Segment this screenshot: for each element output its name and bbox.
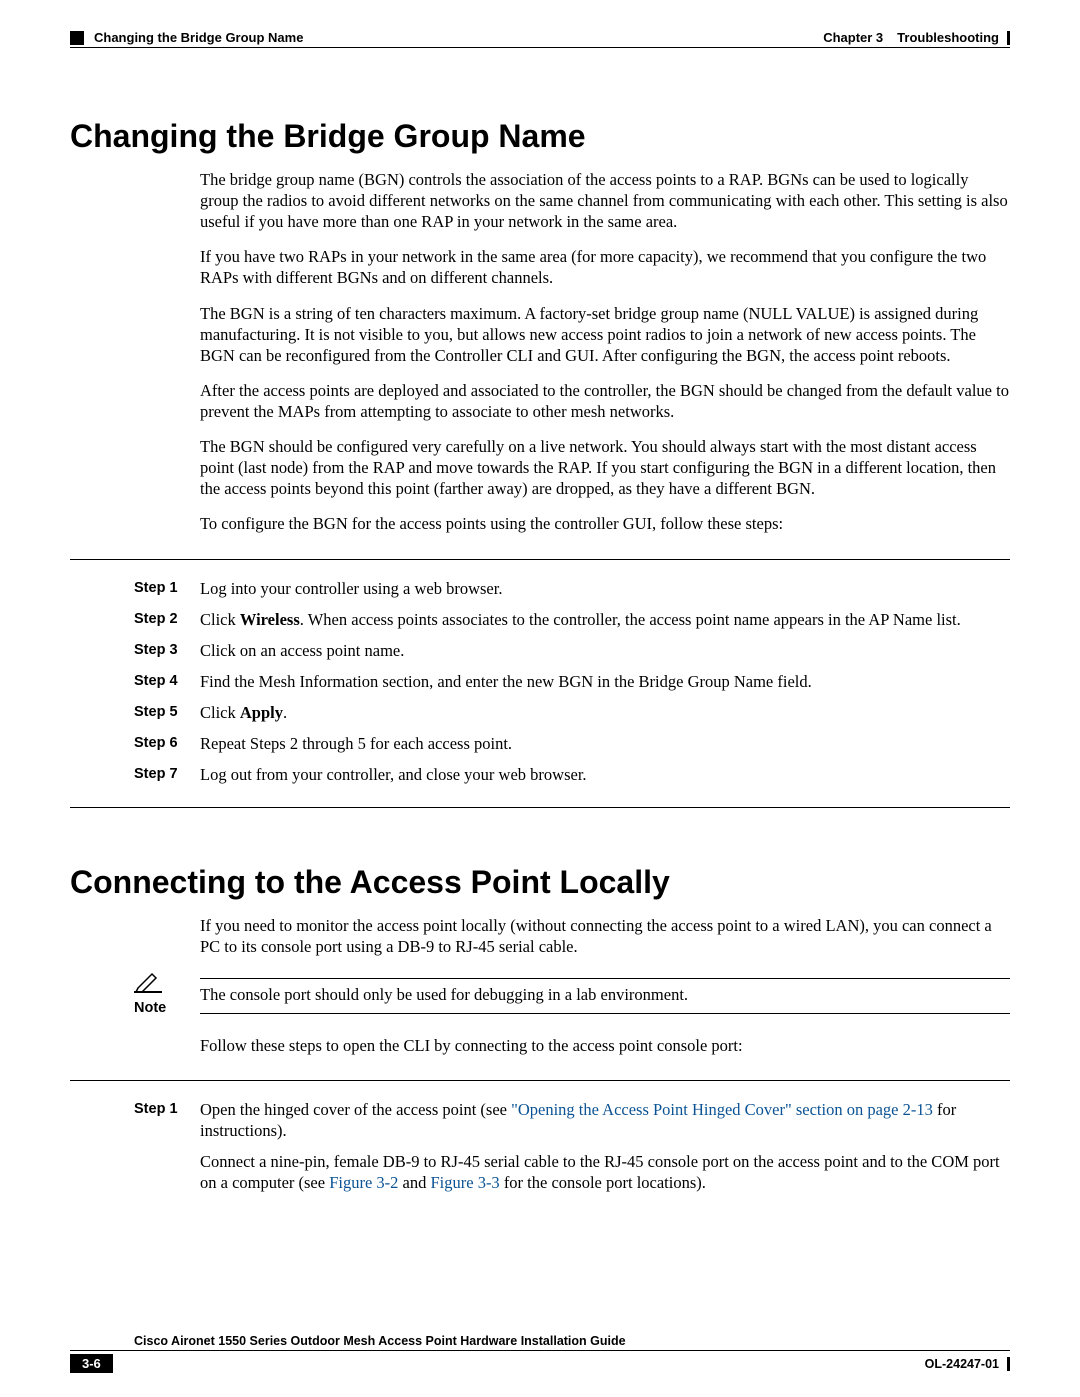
step-label: Step 1: [134, 578, 200, 599]
step-label: Step 3: [134, 640, 200, 661]
step-row: Step 6 Repeat Steps 2 through 5 for each…: [70, 733, 1010, 754]
paragraph: The BGN is a string of ten characters ma…: [70, 303, 1010, 366]
chapter-label: Chapter 3: [823, 30, 883, 45]
running-head-text: Changing the Bridge Group Name: [94, 30, 303, 45]
paragraph: The BGN should be configured very carefu…: [70, 436, 1010, 499]
guide-title: Cisco Aironet 1550 Series Outdoor Mesh A…: [70, 1334, 626, 1348]
note-content: The console port should only be used for…: [200, 972, 1010, 1014]
step-text: Click on an access point name.: [200, 640, 1010, 661]
step-text: Find the Mesh Information section, and e…: [200, 671, 1010, 692]
note-icon-column: Note: [134, 972, 200, 1017]
xref-link[interactable]: Figure 3-2: [329, 1173, 398, 1192]
step-text: Repeat Steps 2 through 5 for each access…: [200, 733, 1010, 754]
step-label: Step 2: [134, 609, 200, 630]
step-row: Connect a nine-pin, female DB-9 to RJ-45…: [70, 1151, 1010, 1193]
running-header: Changing the Bridge Group Name Chapter 3…: [70, 30, 1010, 48]
step-label: Step 4: [134, 671, 200, 692]
doc-id: OL-24247-01: [925, 1357, 1010, 1371]
steps-block: Step 1 Log into your controller using a …: [70, 559, 1010, 809]
paragraph: After the access points are deployed and…: [70, 380, 1010, 422]
paragraph: If you have two RAPs in your network in …: [70, 246, 1010, 288]
step-row: Step 1 Open the hinged cover of the acce…: [70, 1099, 1010, 1141]
step-label: Step 7: [134, 764, 200, 785]
note-label: Note: [134, 1000, 166, 1016]
header-divider-icon: [1007, 31, 1010, 45]
note-block: Note The console port should only be use…: [70, 972, 1010, 1017]
step-text: Connect a nine-pin, female DB-9 to RJ-45…: [200, 1151, 1010, 1193]
step-text: Log into your controller using a web bro…: [200, 578, 1010, 599]
step-row: Step 7 Log out from your controller, and…: [70, 764, 1010, 785]
footer-title-row: Cisco Aironet 1550 Series Outdoor Mesh A…: [70, 1334, 1010, 1351]
step-row: Step 3 Click on an access point name.: [70, 640, 1010, 661]
page-footer: Cisco Aironet 1550 Series Outdoor Mesh A…: [70, 1334, 1010, 1373]
step-row: Step 4 Find the Mesh Information section…: [70, 671, 1010, 692]
paragraph: Follow these steps to open the CLI by co…: [70, 1035, 1010, 1056]
step-text: Open the hinged cover of the access poin…: [200, 1099, 1010, 1141]
step-label: Step 1: [134, 1099, 200, 1141]
step-label: Step 5: [134, 702, 200, 723]
paragraph: The bridge group name (BGN) controls the…: [70, 169, 1010, 232]
page: Changing the Bridge Group Name Chapter 3…: [0, 0, 1080, 1397]
paragraph: To configure the BGN for the access poin…: [70, 513, 1010, 534]
section-heading-bgn: Changing the Bridge Group Name: [70, 118, 1010, 155]
header-bullet-icon: [70, 31, 84, 45]
xref-link[interactable]: "Opening the Access Point Hinged Cover" …: [511, 1100, 933, 1119]
footer-divider-icon: [1007, 1357, 1010, 1371]
step-label: Step 6: [134, 733, 200, 754]
note-text: The console port should only be used for…: [200, 978, 1010, 1014]
footer-bottom: 3-6 OL-24247-01: [70, 1351, 1010, 1373]
step-row: Step 5 Click Apply.: [70, 702, 1010, 723]
step-label-empty: [134, 1151, 200, 1193]
step-text: Click Wireless. When access points assoc…: [200, 609, 1010, 630]
section-heading-connect-local: Connecting to the Access Point Locally: [70, 864, 1010, 901]
running-header-left: Changing the Bridge Group Name: [70, 30, 303, 45]
running-header-right: Chapter 3 Troubleshooting: [823, 30, 1010, 45]
page-number-badge: 3-6: [70, 1354, 113, 1373]
step-text: Click Apply.: [200, 702, 1010, 723]
step-row: Step 1 Log into your controller using a …: [70, 578, 1010, 599]
chapter-title: Troubleshooting: [897, 30, 999, 45]
step-text: Log out from your controller, and close …: [200, 764, 1010, 785]
pencil-icon: [134, 972, 162, 999]
steps-block-2: Step 1 Open the hinged cover of the acce…: [70, 1080, 1010, 1215]
xref-link[interactable]: Figure 3-3: [430, 1173, 499, 1192]
paragraph: If you need to monitor the access point …: [70, 915, 1010, 957]
step-row: Step 2 Click Wireless. When access point…: [70, 609, 1010, 630]
